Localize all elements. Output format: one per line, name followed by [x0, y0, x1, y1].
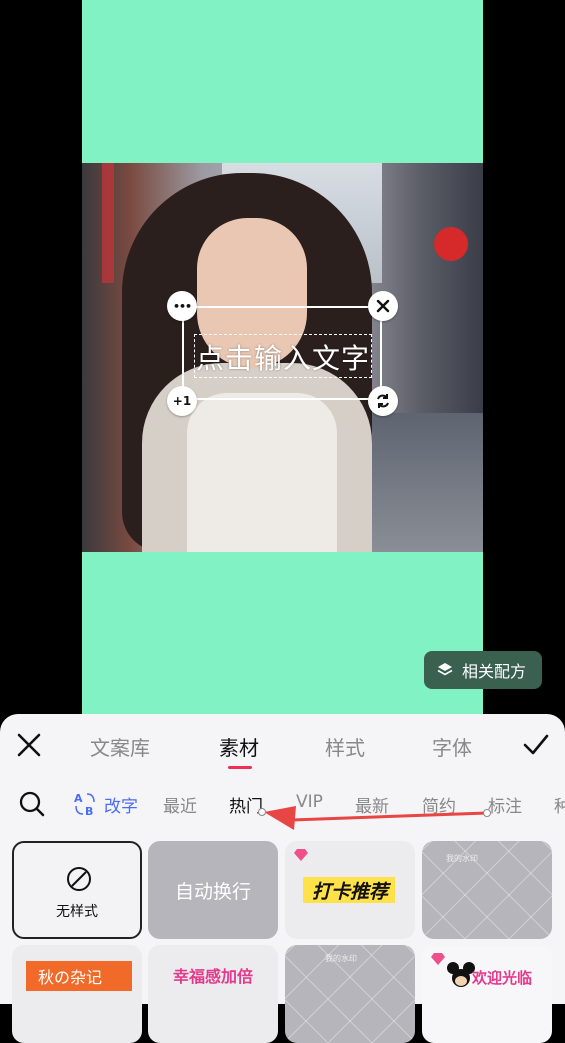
- svg-text:A: A: [74, 792, 83, 805]
- style-watermark-2-label: 我的水印: [325, 954, 357, 963]
- layers-icon: [437, 663, 453, 676]
- subtab-more[interactable]: 种: [554, 792, 565, 817]
- style-watermark-label: 我的水印: [446, 854, 478, 863]
- preview-canvas: 点击输入文字 ••• +1 相关配方: [0, 0, 565, 714]
- no-style-icon: [67, 867, 91, 891]
- delete-handle[interactable]: [368, 291, 398, 321]
- style-happiness[interactable]: 幸福感加倍: [148, 945, 278, 1043]
- duplicate-label: +1: [172, 394, 192, 408]
- style-autumn-notes[interactable]: 秋の杂记: [12, 945, 142, 1043]
- subtab-annotation[interactable]: 标注: [488, 792, 522, 817]
- related-recipe-button[interactable]: 相关配方: [424, 651, 542, 689]
- rotate-icon: [377, 394, 389, 408]
- canvas-background-bottom: [82, 552, 483, 714]
- related-recipe-label: 相关配方: [462, 662, 527, 681]
- subtab-change-text[interactable]: 改字: [104, 792, 138, 817]
- more-icon: •••: [172, 299, 192, 313]
- subtab-simple[interactable]: 简约: [422, 792, 456, 817]
- style-welcome[interactable]: 欢迎光临: [422, 945, 552, 1043]
- subtab-recent[interactable]: 最近: [163, 792, 197, 817]
- style-happiness-label: 幸福感加倍: [172, 967, 253, 986]
- style-watermark-2[interactable]: 我的水印: [285, 945, 415, 1043]
- style-watermark[interactable]: 我的水印: [422, 841, 552, 939]
- text-input-area[interactable]: 点击输入文字: [194, 334, 372, 378]
- close-icon: [376, 299, 390, 313]
- tab-copy-library[interactable]: 文案库: [90, 732, 150, 761]
- vip-gem-icon: [294, 849, 308, 861]
- material-category-tabs: A B 改字 最近 热门 VIP 最新 简约 标注 种: [0, 782, 565, 826]
- text-box[interactable]: 点击输入文字: [182, 306, 382, 400]
- active-tab-indicator: [228, 766, 252, 769]
- search-icon[interactable]: [18, 790, 46, 818]
- style-checkin-recommend[interactable]: 打卡推荐: [285, 841, 415, 939]
- confirm-check-icon[interactable]: [522, 732, 550, 758]
- style-auto-wrap-label: 自动换行: [174, 881, 251, 903]
- style-none[interactable]: 无样式: [12, 841, 142, 939]
- text-style-panel: 文案库 素材 样式 字体 A B 改字 最近 热门 VIP 最新 简约 标注 种: [0, 714, 565, 1043]
- text-placeholder[interactable]: 点击输入文字: [195, 337, 371, 377]
- panel-tabs: 文案库 素材 样式 字体: [0, 714, 565, 774]
- tab-style[interactable]: 样式: [325, 732, 365, 761]
- tab-font[interactable]: 字体: [432, 732, 472, 761]
- subtab-vip[interactable]: VIP: [296, 792, 323, 812]
- style-autumn-label: 秋の杂记: [38, 968, 103, 987]
- close-icon[interactable]: [16, 732, 42, 758]
- more-options-handle[interactable]: •••: [167, 291, 197, 321]
- style-none-label: 无样式: [56, 904, 98, 920]
- change-text-icon: A B: [72, 790, 98, 822]
- vip-gem-icon: [431, 953, 445, 965]
- duplicate-handle[interactable]: +1: [167, 386, 197, 416]
- subtab-hot[interactable]: 热门: [229, 792, 263, 817]
- rotate-handle[interactable]: [368, 386, 398, 416]
- subtab-newest[interactable]: 最新: [355, 792, 389, 817]
- tab-materials[interactable]: 素材: [219, 732, 259, 761]
- canvas-background-top: [82, 0, 483, 163]
- svg-text:B: B: [85, 805, 93, 818]
- style-welcome-label: 欢迎光临: [472, 969, 533, 987]
- style-auto-wrap[interactable]: 自动换行: [148, 841, 278, 939]
- style-checkin-label: 打卡推荐: [311, 881, 388, 903]
